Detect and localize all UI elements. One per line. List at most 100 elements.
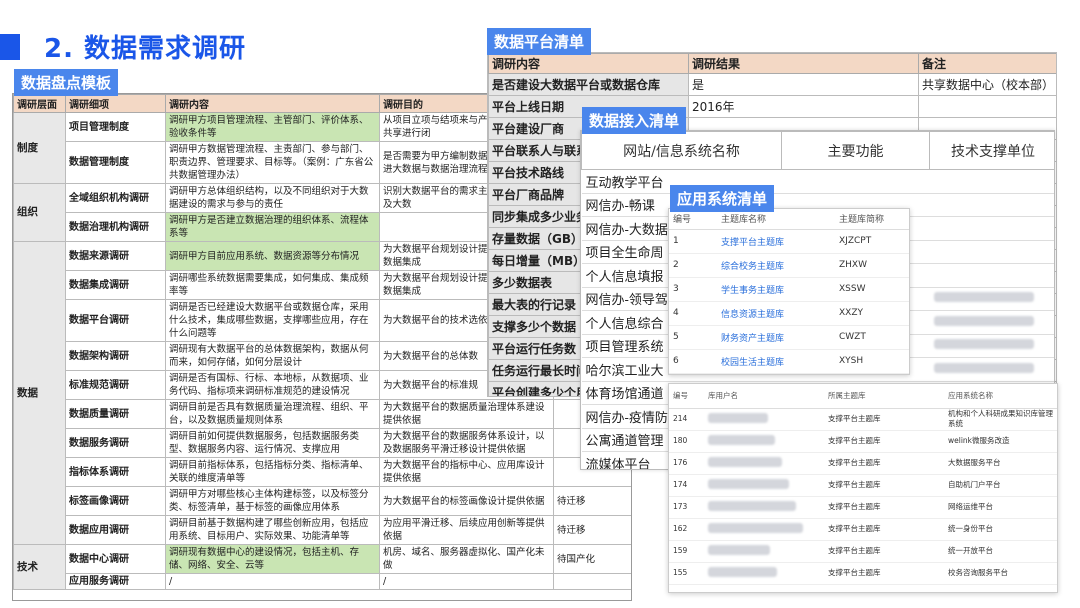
redaction-mark — [933, 362, 1034, 373]
theme-link[interactable]: 财务资产主题库 — [717, 325, 835, 350]
note-cell: 待迁移 — [553, 515, 631, 545]
content-cell: 调研甲方项目管理流程、主管部门、评价体系、验收条件等 — [165, 112, 380, 142]
content-cell: 调研目前指标体系，包括指标分类、指标清单、关联的维度清单等 — [165, 457, 380, 487]
redacted-cell — [929, 169, 1054, 194]
item-cell: 数据中心调研 — [65, 544, 166, 574]
theme-link[interactable]: 支撑平台主题库 — [717, 229, 835, 254]
table-row: 4 信息资源主题库 XXZY — [669, 301, 909, 326]
item-cell: 数据治理机构调研 — [65, 212, 166, 242]
theme-cell: 支撑平台主题库 — [824, 430, 944, 453]
app-cell: 1 — [669, 229, 717, 254]
purpose-cell: 为大数据平台的数据质量治理体系建设提供依据 — [379, 399, 554, 429]
redacted-cell — [929, 240, 1054, 264]
table-row: 技术 数据中心调研 调研现有数据中心的建设情况，包括主机、存储、网络、安全、云等 机房… — [13, 544, 631, 590]
table-row: 应用服务调研 / / — [14, 573, 631, 590]
bottom-header: 应用系统名称 — [944, 384, 1057, 409]
table-row: 214 支撑平台主题库 机构和个人科研成果知识库管理系统 — [669, 408, 1057, 431]
table-row: 1 支撑平台主题库 XJZCPT — [669, 229, 909, 254]
level-cell: 组织 — [13, 183, 66, 242]
bottom-header: 编号 — [669, 384, 704, 409]
theme-link[interactable]: 学生事务主题库 — [717, 277, 835, 302]
redaction-mark — [708, 412, 768, 423]
content-cell: 调研现有大数据平台的总体数据架构，数据从何而来，如何存储，如何分层设计 — [165, 341, 380, 371]
app-name-cell: welink微服务改造 — [944, 430, 1057, 453]
item-cell: 数据架构调研 — [65, 341, 166, 371]
redacted-cell — [929, 263, 1054, 288]
app-name-cell: 大数据服务平台 — [944, 452, 1057, 475]
redacted-cell — [929, 334, 1054, 358]
table-row: 162 支撑平台主题库 统一身份平台 — [669, 518, 1057, 541]
redaction-mark — [708, 434, 775, 445]
table-row: 176 支撑平台主题库 大数据服务平台 — [669, 452, 1057, 475]
app-cell: CWZT — [835, 325, 909, 350]
content-cell: 调研是否有国标、行标、本地标，从数据项、业务代码、指标项来调研标准规范的建设情况 — [165, 370, 380, 400]
table-row: 174 支撑平台主题库 自助机门户平台 — [669, 474, 1057, 497]
item-cell: 应用服务调研 — [65, 573, 166, 590]
redacted-cell — [781, 169, 930, 194]
id-cell: 176 — [669, 452, 704, 475]
id-cell: 162 — [669, 518, 704, 541]
app-theme-table: 编号 主题库名称 主题库简称 1 支撑平台主题库 XJZCPT 2 综合校务主题库 ZHXW 3… — [668, 208, 910, 375]
redaction-mark — [708, 522, 803, 533]
theme-link[interactable]: 综合校务主题库 — [717, 253, 835, 278]
content-cell: / — [165, 573, 380, 590]
purpose-cell: 为大数据平台的数据服务体系设计，以及数据服务平滑迁移设计提供依据 — [379, 428, 554, 458]
table-row: 标签画像调研 调研甲方对哪些核心主体构建标签，以及标签分类、标签清单，基于标签的画… — [14, 486, 631, 516]
purpose-cell: 为应用平滑迁移、后续应用创新等提供依据 — [379, 515, 554, 545]
redacted-cell — [704, 430, 824, 453]
table-row: 159 支撑平台主题库 统一开放平台 — [669, 540, 1057, 563]
platform-cell: 是否建设大数据平台或数据仓库 — [488, 73, 689, 96]
platform-header: 调研结果 — [688, 53, 919, 74]
table-row: 指标体系调研 调研目前指标体系，包括指标分类、指标清单、关联的维度清单等 为大数据平… — [14, 457, 631, 487]
purpose-cell: / — [379, 573, 554, 590]
theme-link[interactable]: 信息资源主题库 — [717, 301, 835, 326]
content-cell: 调研甲方对哪些核心主体构建标签，以及标签分类、标签清单，基于标签的画像应用体系 — [165, 486, 380, 516]
app-name-cell: 自助机门户平台 — [944, 474, 1057, 497]
note-cell: 待国产化 — [553, 544, 631, 574]
redaction-mark — [933, 315, 1034, 326]
id-cell: 180 — [669, 430, 704, 453]
redacted-cell — [929, 357, 1054, 382]
theme-cell: 支撑平台主题库 — [824, 452, 944, 475]
app-cell: XXZY — [835, 301, 909, 326]
theme-link[interactable]: 校园生活主题库 — [717, 349, 835, 374]
purpose-cell: 机房、域名、服务器虚拟化、国产化未做 — [379, 544, 554, 574]
id-cell: 214 — [669, 408, 704, 431]
redacted-cell — [704, 562, 824, 585]
app-name-cell: 校务咨询服务平台 — [944, 562, 1057, 585]
table-row: 173 支撑平台主题库 网络运维平台 — [669, 496, 1057, 519]
app-cell: ZHXW — [835, 253, 909, 278]
app-cell: 6 — [669, 349, 717, 374]
table-row: 数据质量调研 调研目前是否具有数据质量治理流程、组织、平台，以及数据质量规则体系为… — [14, 399, 631, 429]
content-cell: 调研甲方目前应用系统、数据资源等分布情况 — [165, 241, 380, 271]
id-cell: 173 — [669, 496, 704, 519]
redaction-mark — [708, 544, 770, 555]
redaction-mark — [933, 292, 1034, 303]
item-cell: 标签画像调研 — [65, 486, 166, 516]
redacted-cell — [929, 193, 1054, 217]
redaction-mark — [933, 339, 1034, 350]
platform-cell — [918, 95, 1056, 118]
id-cell: 155 — [669, 562, 704, 585]
theme-cell: 支撑平台主题库 — [824, 562, 944, 585]
item-cell: 数据集成调研 — [65, 270, 166, 300]
content-cell: 调研目前如何提供数据服务，包括数据服务类型、数据服务内容、运行情况、支撑应用 — [165, 428, 380, 458]
item-cell: 数据管理制度 — [65, 141, 166, 184]
content-cell: 调研哪些系统数据需要集成，如何集成、集成频率等 — [165, 270, 380, 300]
content-cell: 调研甲方数据管理流程、主责部门、参与部门、职责边界、管理要求、目标等。（案例：广… — [165, 141, 380, 184]
inventory-header: 调研内容 — [165, 94, 380, 113]
theme-cell: 支撑平台主题库 — [824, 496, 944, 519]
item-cell: 数据应用调研 — [65, 515, 166, 545]
table-row: 3 学生事务主题库 XSSW — [669, 277, 909, 302]
apps-header: 编号 — [669, 209, 717, 230]
theme-cell: 支撑平台主题库 — [824, 474, 944, 497]
platform-label: 数据平台清单 — [487, 28, 592, 55]
content-cell: 调研现有数据中心的建设情况，包括主机、存储、网络、安全、云等 — [165, 544, 380, 574]
note-cell — [553, 573, 631, 590]
app-name-cell: 网络运维平台 — [944, 496, 1057, 519]
access-header: 主要功能 — [781, 131, 930, 170]
table-row: 是否建设大数据平台或数据仓库是共享数据中心（校本部） — [488, 73, 1056, 96]
item-cell: 项目管理制度 — [65, 112, 166, 142]
app-cell: XJZCPT — [835, 229, 909, 254]
access-header: 网站/信息系统名称 — [581, 131, 782, 170]
